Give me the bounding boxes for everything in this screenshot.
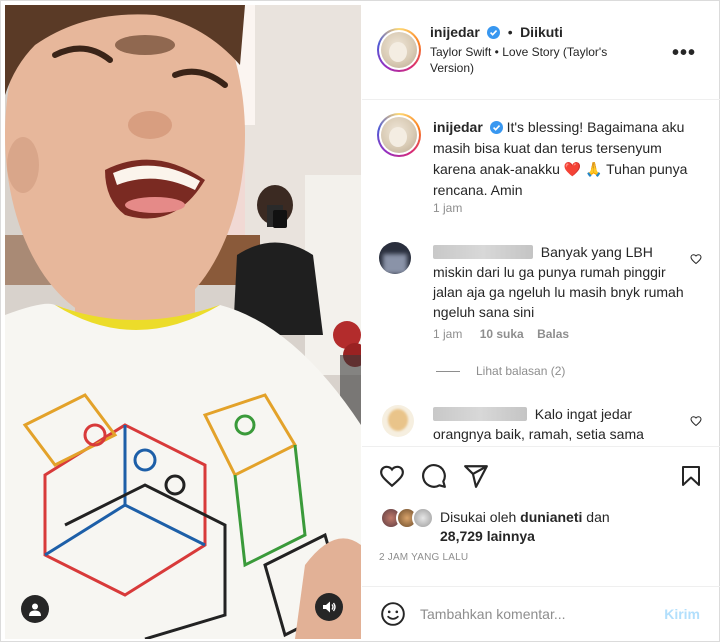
video-frame-illustration — [5, 5, 361, 639]
liker-avatar — [412, 507, 434, 529]
mute-toggle-button[interactable] — [315, 593, 343, 621]
comment-likes[interactable]: 10 suka — [480, 327, 524, 341]
emoji-icon[interactable] — [380, 601, 406, 627]
comments-list[interactable]: inijedar It's blessing! Bagaimana aku ma… — [362, 101, 720, 446]
tagged-users-button[interactable] — [21, 595, 49, 623]
like-comment-heart-icon[interactable] — [690, 253, 702, 265]
add-comment-input[interactable]: Tambahkan komentar... — [420, 606, 566, 622]
comment-composer: Tambahkan komentar... Kirim — [362, 586, 720, 642]
reply-button[interactable]: Balas — [537, 327, 569, 341]
comment-meta: 1 jam 10 suka Balas — [433, 327, 579, 341]
save-bookmark-icon[interactable] — [679, 463, 703, 489]
like-comment-heart-icon[interactable] — [690, 415, 702, 427]
liked-by-text[interactable]: Disukai oleh dunianeti dan 28,729 lainny… — [440, 508, 610, 546]
like-heart-icon[interactable] — [379, 463, 405, 489]
caption: inijedar It's blessing! Bagaimana aku ma… — [433, 117, 698, 201]
more-options-button[interactable]: ••• — [672, 42, 696, 65]
blurred-username — [433, 245, 533, 259]
caption-time: 1 jam — [433, 201, 463, 215]
liked-by-user[interactable]: dunianeti — [520, 509, 582, 525]
post-actions: Disukai oleh dunianeti dan 28,729 lainny… — [362, 446, 720, 586]
post-side-panel: inijedar • Diikuti Taylor Swift • Love S… — [362, 2, 720, 642]
comment-text: Banyak yang LBH miskin dari lu ga punya … — [433, 242, 693, 322]
blurred-username — [433, 407, 527, 421]
post-dialog: inijedar • Diikuti Taylor Swift • Love S… — [0, 0, 720, 642]
share-paper-plane-icon[interactable] — [463, 463, 489, 489]
post-header: inijedar • Diikuti Taylor Swift • Love S… — [362, 2, 720, 100]
author-avatar[interactable] — [377, 28, 421, 72]
author-username[interactable]: inijedar — [430, 24, 480, 40]
view-replies-button[interactable]: Lihat balasan (2) — [436, 364, 565, 378]
comment-text: Kalo ingat jedar orangnya baik, ramah, s… — [433, 404, 693, 444]
comment-bubble-icon[interactable] — [421, 463, 447, 489]
post-timestamp[interactable]: 2 JAM YANG LALU — [379, 552, 468, 563]
post-video[interactable] — [5, 5, 361, 639]
post-comment-button[interactable]: Kirim — [664, 606, 700, 622]
liked-by-conj: dan — [586, 509, 610, 525]
user-icon — [29, 603, 41, 616]
volume-icon — [323, 601, 336, 613]
commenter-avatar[interactable] — [379, 242, 411, 274]
verified-badge-icon — [489, 121, 503, 134]
separator-dot: • — [507, 24, 513, 40]
likes-count[interactable]: 28,729 lainnya — [440, 528, 535, 544]
commenter-avatar[interactable] — [382, 405, 414, 437]
audio-link[interactable]: Taylor Swift • Love Story (Taylor's Vers… — [430, 44, 650, 76]
caption-author-avatar[interactable] — [377, 113, 421, 157]
follow-status-button[interactable]: Diikuti — [520, 24, 563, 40]
verified-badge-icon — [487, 26, 501, 39]
caption-username[interactable]: inijedar — [433, 119, 483, 135]
comment-time: 1 jam — [433, 327, 463, 341]
view-replies-label: Lihat balasan (2) — [476, 364, 566, 378]
liked-by-prefix: Disukai oleh — [440, 509, 517, 525]
